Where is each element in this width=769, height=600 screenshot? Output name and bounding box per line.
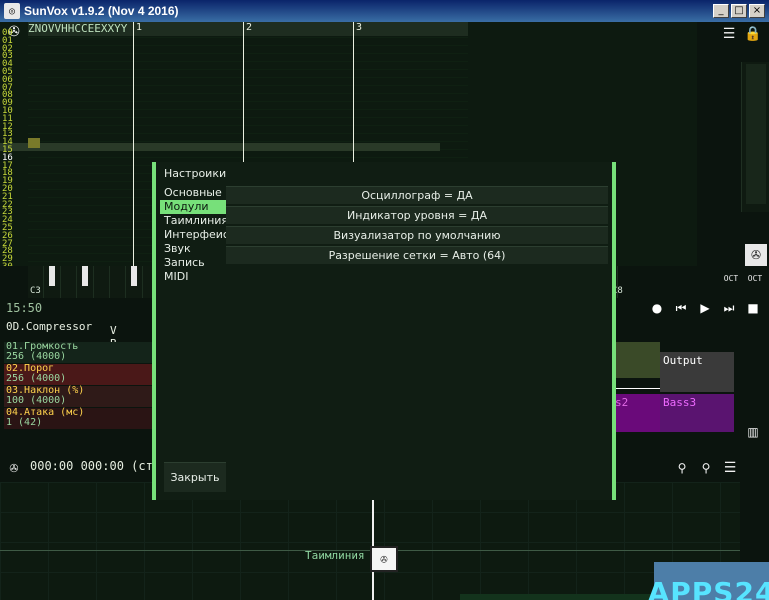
param-value: 100 (4000) [6, 395, 67, 406]
param-slope[interactable]: 03.Наклон (%) 100 (4000) [4, 386, 152, 407]
octave-down-button[interactable]: OCT [720, 268, 742, 290]
minimize-button[interactable]: _ [713, 4, 729, 18]
cursor-row-highlight [0, 143, 440, 151]
octave-label: C3 [30, 286, 41, 296]
menu-icon[interactable]: ☰ [719, 24, 739, 44]
timeline-time: 000:00 000:00 (стро [30, 459, 168, 473]
pattern-icon[interactable]: ✇ [745, 244, 767, 266]
play-icon[interactable]: ▶ [695, 298, 715, 318]
stop-icon[interactable]: ■ [743, 298, 763, 318]
track-label-1: 1 [136, 22, 143, 33]
option-grid-resolution[interactable]: Разрешение сетки = Авто (64) [226, 246, 608, 264]
play-pattern-icon[interactable]: ⏭ [719, 298, 739, 318]
module-s2[interactable]: s2 [612, 394, 660, 432]
timeline-menu-icon[interactable]: ✇ [4, 458, 24, 478]
option-default-visualizer[interactable]: Визуализатор по умолчанию [226, 226, 608, 244]
menu-item-timeline[interactable]: Таимлиния [160, 214, 228, 228]
track-label-2: 2 [246, 22, 253, 33]
piano-key[interactable] [60, 266, 78, 298]
maximize-button[interactable]: □ [731, 4, 747, 18]
menu-item-interface[interactable]: Интерфеис [160, 228, 229, 242]
close-window-button[interactable]: × [749, 4, 765, 18]
param-attack[interactable]: 04.Атака (мс) 1 (42) [4, 408, 152, 429]
option-level-meter[interactable]: Индикатор уровня = ДА [226, 206, 608, 224]
settings-dialog: Настроики Основные Модули Таимлиния Инте… [152, 162, 616, 500]
menu-item-main[interactable]: Основные [160, 186, 226, 200]
zoom-out-icon[interactable]: ⚲ [672, 458, 692, 478]
window-titlebar: ◎ SunVox v1.9.2 (Nov 4 2016) _ □ × [0, 0, 769, 22]
param-threshold[interactable]: 02.Порог 256 (4000) [4, 364, 152, 385]
module-properties: 0D.Compressor V B 01.Громкость 256 (4000… [0, 320, 152, 450]
zoom-in-icon[interactable]: ⚲ [696, 458, 716, 478]
play-from-start-icon[interactable]: ⏮ [671, 298, 691, 318]
timeline-options-icon[interactable]: ☰ [720, 458, 740, 478]
module-output[interactable]: Output [660, 352, 734, 392]
menu-item-modules[interactable]: Модули [160, 200, 226, 214]
settings-options: Осциллограф = ДА Индикатор уровня = ДА В… [226, 186, 608, 266]
param-value: 256 (4000) [6, 351, 67, 362]
octave-up-button[interactable]: OCT [744, 268, 766, 290]
cursor-cell [28, 138, 40, 148]
module-tools: ▥ [739, 318, 769, 458]
settings-menu: Основные Модули Таимлиния Интерфеис Звук… [160, 186, 229, 284]
lock-icon[interactable]: 🔒 [743, 24, 763, 44]
param-volume[interactable]: 01.Громкость 256 (4000) [4, 342, 152, 363]
pattern-vertical-scrollbar[interactable] [741, 62, 769, 212]
timeline-pattern-label: Таимлиния [305, 549, 365, 562]
menu-item-record[interactable]: Запись [160, 256, 226, 270]
track-separator [133, 22, 134, 266]
menu-item-sound[interactable]: Звук [160, 242, 226, 256]
track-label-3: 3 [356, 22, 363, 33]
close-button[interactable]: Закрыть [164, 462, 226, 492]
piano-key[interactable] [93, 266, 110, 298]
record-icon[interactable]: ● [647, 298, 667, 318]
time-display: 15:50 [6, 301, 43, 315]
watermark-logo: APPS24 [648, 562, 769, 600]
module-box[interactable] [612, 342, 660, 378]
window-title: SunVox v1.9.2 (Nov 4 2016) [24, 4, 179, 18]
param-value: 256 (4000) [6, 373, 67, 384]
timeline-pattern[interactable]: ✇ [370, 546, 398, 572]
level-meter-icon[interactable]: ▥ [743, 422, 763, 442]
dialog-title: Настроики [164, 167, 227, 180]
right-toolbar: ☰ 🔒 ✇ [697, 22, 769, 282]
app-icon: ◎ [4, 3, 20, 19]
scroll-thumb[interactable] [746, 64, 766, 204]
transport-controls: ● ⏮ ▶ ⏭ ■ [647, 298, 763, 318]
option-oscilloscope[interactable]: Осциллограф = ДА [226, 186, 608, 204]
module-network[interactable]: Output s2 Bass3 [612, 318, 740, 458]
piano-key[interactable] [44, 266, 61, 298]
menu-item-midi[interactable]: MIDI [160, 270, 226, 284]
piano-key[interactable] [77, 266, 94, 298]
row-numbers: 00 01 02 03 04 05 06 07 08 09 10 11 12 13 14 15 16 17 18 19… [2, 29, 24, 280]
piano-key[interactable] [109, 266, 127, 298]
param-value: 1 (42) [6, 417, 43, 428]
sunvox-app: ✇ ZNOVVHHCCEEXXYY 00 01 02 03 04 05 06 07 08 09 10… [0, 22, 769, 600]
piano-key[interactable] [126, 266, 143, 298]
module-name: 0D.Compressor [6, 320, 93, 333]
module-bass3[interactable]: Bass3 [660, 394, 734, 432]
